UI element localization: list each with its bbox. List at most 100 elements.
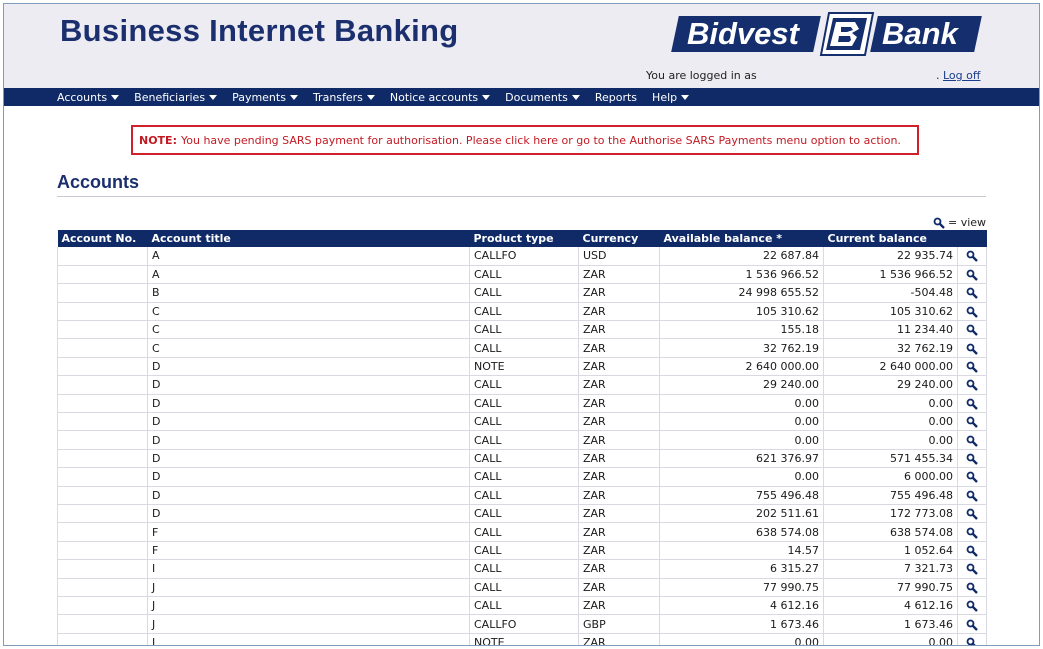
col-account-no[interactable]: Account No.	[57, 230, 148, 247]
view-account-button[interactable]	[957, 430, 987, 450]
table-row[interactable]: D CALL ZAR 621 376.97 571 455.34	[57, 449, 987, 469]
view-account-button[interactable]	[957, 541, 987, 561]
table-row[interactable]: C CALL ZAR 32 762.19 32 762.19	[57, 338, 987, 358]
view-account-button[interactable]	[957, 522, 987, 542]
search-icon[interactable]	[966, 324, 978, 337]
view-account-button[interactable]	[957, 614, 987, 634]
col-available-balance[interactable]: Available balance *	[659, 230, 824, 247]
table-row[interactable]: A CALL ZAR 1 536 966.52 1 536 966.52	[57, 265, 987, 285]
nav-item-transfers[interactable]: Transfers	[313, 91, 375, 104]
cell-available-balance: 0.00	[659, 430, 824, 450]
search-icon[interactable]	[966, 453, 978, 465]
search-icon[interactable]	[966, 269, 978, 281]
search-icon[interactable]	[966, 637, 978, 646]
table-row[interactable]: D CALL ZAR 29 240.00 29 240.00	[57, 375, 987, 395]
table-row[interactable]: C CALL ZAR 105 310.62 105 310.62	[57, 302, 987, 322]
view-account-button[interactable]	[957, 302, 987, 322]
table-row[interactable]: F CALL ZAR 638 574.08 638 574.08	[57, 522, 987, 542]
col-currency[interactable]: Currency	[578, 230, 660, 247]
cell-product-type: CALL	[469, 449, 579, 469]
search-icon[interactable]	[966, 416, 978, 429]
search-icon[interactable]	[966, 379, 978, 392]
search-icon[interactable]	[966, 250, 978, 263]
cell-currency: ZAR	[578, 412, 660, 432]
cell-product-type: CALL	[469, 578, 579, 597]
cell-account-no	[57, 265, 148, 285]
view-account-button[interactable]	[957, 265, 987, 285]
view-account-button[interactable]	[957, 338, 987, 358]
view-account-button[interactable]	[957, 357, 987, 377]
table-row[interactable]: D CALL ZAR 0.00 0.00	[57, 412, 987, 432]
table-row[interactable]: J CALLFO GBP 1 673.46 1 673.46	[57, 614, 987, 634]
table-row[interactable]: A CALLFO USD 22 687.84 22 935.74	[57, 247, 987, 266]
nav-item-beneficiaries[interactable]: Beneficiaries	[134, 91, 218, 104]
view-account-button[interactable]	[957, 375, 987, 395]
view-account-button[interactable]	[957, 467, 987, 487]
table-row[interactable]: D CALL ZAR 0.00 0.00	[57, 394, 987, 414]
view-account-button[interactable]	[957, 559, 987, 579]
search-icon[interactable]	[966, 306, 978, 318]
nav-item-notice-accounts[interactable]: Notice accounts	[390, 91, 491, 104]
search-icon[interactable]	[966, 287, 978, 300]
view-account-button[interactable]	[957, 394, 987, 414]
cell-account-title: I	[147, 559, 470, 579]
view-account-button[interactable]	[957, 449, 987, 469]
sars-notice-banner[interactable]: NOTE: You have pending SARS payment for …	[131, 125, 919, 155]
table-row[interactable]: D CALL ZAR 0.00 0.00	[57, 430, 987, 450]
search-icon[interactable]	[966, 361, 978, 373]
search-icon[interactable]	[966, 398, 978, 410]
cell-currency: ZAR	[578, 265, 660, 285]
col-account-title[interactable]: Account title	[147, 230, 470, 247]
view-account-button[interactable]	[957, 320, 987, 340]
table-row[interactable]: J CALL ZAR 77 990.75 77 990.75	[57, 578, 987, 597]
table-row[interactable]: D CALL ZAR 202 511.61 172 773.08	[57, 504, 987, 524]
table-row[interactable]: D CALL ZAR 0.00 6 000.00	[57, 467, 987, 487]
table-row[interactable]: C CALL ZAR 155.18 11 234.40	[57, 320, 987, 340]
nav-item-payments[interactable]: Payments	[232, 91, 298, 104]
nav-item-help[interactable]: Help	[652, 91, 690, 104]
table-row[interactable]: D CALL ZAR 755 496.48 755 496.48	[57, 486, 987, 505]
chevron-down-icon	[209, 94, 218, 100]
table-row[interactable]: F CALL ZAR 14.57 1 052.64	[57, 541, 987, 561]
view-account-button[interactable]	[957, 504, 987, 524]
notice-message[interactable]: You have pending SARS payment for author…	[181, 134, 901, 147]
search-icon[interactable]	[966, 471, 978, 484]
search-icon[interactable]	[966, 508, 978, 521]
bank-logo-icon[interactable]: Bidvest Bank	[671, 11, 982, 57]
col-product-type[interactable]: Product type	[469, 230, 579, 247]
logoff-link[interactable]: Log off	[943, 69, 980, 82]
search-icon[interactable]	[966, 582, 978, 594]
search-icon[interactable]	[966, 435, 978, 447]
view-account-button[interactable]	[957, 633, 987, 646]
cell-current-balance: 0.00	[823, 633, 958, 645]
cell-account-no	[57, 302, 148, 322]
cell-account-title: J	[147, 614, 470, 634]
cell-current-balance: 29 240.00	[823, 375, 958, 395]
nav-item-label: Payments	[232, 90, 286, 104]
nav-item-documents[interactable]: Documents	[505, 91, 580, 104]
nav-item-accounts[interactable]: Accounts	[57, 91, 120, 104]
view-account-button[interactable]	[957, 412, 987, 432]
table-row[interactable]: J NOTE ZAR 0.00 0.00	[57, 633, 987, 646]
cell-available-balance: 24 998 655.52	[659, 283, 824, 303]
search-icon[interactable]	[966, 490, 978, 502]
table-row[interactable]: B CALL ZAR 24 998 655.52 -504.48	[57, 283, 987, 303]
view-account-button[interactable]	[957, 283, 987, 303]
search-icon[interactable]	[966, 600, 978, 612]
search-icon[interactable]	[966, 563, 978, 576]
table-row[interactable]: I CALL ZAR 6 315.27 7 321.73	[57, 559, 987, 579]
view-account-button[interactable]	[957, 486, 987, 505]
cell-account-title: J	[147, 633, 470, 645]
search-icon[interactable]	[966, 619, 978, 631]
table-row[interactable]: D NOTE ZAR 2 640 000.00 2 640 000.00	[57, 357, 987, 377]
table-row[interactable]: J CALL ZAR 4 612.16 4 612.16	[57, 596, 987, 616]
view-account-button[interactable]	[957, 578, 987, 597]
search-icon[interactable]	[966, 527, 978, 539]
search-icon[interactable]	[966, 343, 978, 355]
search-icon[interactable]	[966, 545, 978, 557]
view-account-button[interactable]	[957, 247, 987, 266]
nav-item-reports[interactable]: Reports	[595, 91, 637, 104]
col-current-balance[interactable]: Current balance	[823, 230, 958, 247]
view-account-button[interactable]	[957, 596, 987, 616]
cell-currency: GBP	[578, 614, 660, 634]
